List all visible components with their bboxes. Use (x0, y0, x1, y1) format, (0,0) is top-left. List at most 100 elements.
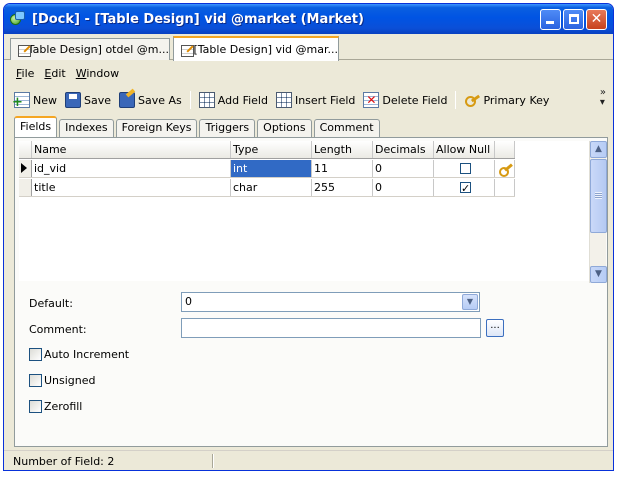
cell-type[interactable]: char (231, 179, 312, 196)
cell-decimals[interactable]: 0 (373, 179, 434, 196)
field-properties: Default: 0 ▼ Comment: ... Auto Increment… (15, 285, 607, 447)
row-indicator (19, 179, 32, 196)
auto-increment-checkbox[interactable] (29, 348, 42, 361)
close-button[interactable]: ✕ (586, 9, 607, 30)
add-field-icon (198, 92, 215, 108)
menu-window[interactable]: Window (76, 67, 119, 80)
status-bar: Number of Field: 2 (4, 450, 613, 470)
default-dropdown[interactable]: 0 ▼ (181, 292, 480, 312)
cell-allow-null[interactable] (434, 160, 495, 177)
grid-scrollbar[interactable]: ▲ ▼ (589, 141, 607, 283)
fields-panel: Name Type Length Decimals Allow Null id_… (14, 137, 608, 447)
scroll-up-button[interactable]: ▲ (590, 141, 607, 158)
new-button[interactable]: New (10, 89, 61, 111)
auto-increment-option[interactable]: Auto Increment (29, 348, 129, 361)
toolbar-separator (189, 91, 191, 109)
doc-tab-vid[interactable]: [Table Design] vid @mar... (173, 36, 339, 61)
save-as-icon (119, 92, 136, 108)
cell-type[interactable]: int (231, 160, 312, 177)
chevron-down-icon: ▼ (595, 269, 602, 279)
default-label: Default: (29, 297, 73, 310)
window-title: [Dock] - [Table Design] vid @market (Mar… (32, 11, 364, 27)
allow-null-checkbox[interactable] (460, 180, 471, 196)
doc-tab-label: [Table Design] otdel @m... (23, 43, 169, 56)
column-header-name[interactable]: Name (32, 141, 231, 158)
save-as-button[interactable]: Save As (115, 89, 186, 111)
chevron-up-icon: ▲ (595, 144, 602, 154)
save-button[interactable]: Save (61, 89, 115, 111)
scroll-thumb[interactable] (590, 159, 607, 233)
row-indicator-header (19, 141, 32, 158)
cell-length[interactable]: 255 (312, 179, 373, 196)
auto-increment-label: Auto Increment (44, 348, 130, 361)
scroll-down-button[interactable]: ▼ (590, 266, 607, 283)
fields-grid: Name Type Length Decimals Allow Null id_… (19, 141, 589, 281)
column-header-type[interactable]: Type (231, 141, 312, 158)
tab-comment[interactable]: Comment (313, 119, 380, 137)
column-header-decimals[interactable]: Decimals (373, 141, 434, 158)
minimize-icon (546, 21, 554, 24)
save-icon (65, 92, 81, 108)
default-value: 0 (185, 295, 192, 308)
column-header-length[interactable]: Length (312, 141, 373, 158)
field-count: Number of Field: 2 (13, 455, 115, 468)
table-design-icon (180, 43, 195, 57)
unsigned-label: Unsigned (44, 374, 96, 387)
cell-decimals[interactable]: 0 (373, 160, 434, 177)
toolbar: New Save Save As Add Field Insert Field … (10, 88, 608, 112)
menu-file[interactable]: File (16, 67, 34, 80)
toolbar-overflow-button[interactable]: » ▾ (600, 88, 606, 108)
comment-browse-button[interactable]: ... (486, 319, 504, 337)
grip-icon (595, 192, 602, 199)
document-tabs: [Table Design] otdel @m... [Table Design… (4, 34, 613, 61)
column-header-allow-null[interactable]: Allow Null (434, 141, 495, 158)
cell-allow-null[interactable] (434, 179, 495, 196)
close-icon: ✕ (590, 11, 603, 27)
tab-foreign-keys[interactable]: Foreign Keys (115, 119, 198, 137)
toolbar-separator (455, 91, 457, 109)
key-icon (464, 92, 480, 108)
primary-key-icon (498, 162, 514, 177)
dropdown-button[interactable]: ▼ (462, 294, 478, 310)
zerofill-checkbox[interactable] (29, 400, 42, 413)
doc-tab-otdel[interactable]: [Table Design] otdel @m... (10, 38, 170, 60)
delete-field-button[interactable]: Delete Field (359, 89, 451, 111)
table-row[interactable]: title char 255 0 (19, 179, 515, 197)
cell-name[interactable]: title (32, 179, 231, 196)
status-separator (212, 454, 214, 468)
design-tabs: Fields Indexes Foreign Keys Triggers Opt… (14, 116, 382, 137)
primary-key-button[interactable]: Primary Key (460, 89, 553, 111)
tab-indexes[interactable]: Indexes (59, 119, 114, 137)
delete-field-icon (363, 92, 380, 108)
comment-label: Comment: (29, 323, 87, 336)
app-icon (10, 11, 26, 27)
allow-null-checkbox[interactable] (460, 163, 471, 174)
tab-options[interactable]: Options (257, 119, 312, 137)
add-field-button[interactable]: Add Field (195, 89, 272, 111)
doc-tab-label: [Table Design] vid @mar... (193, 43, 338, 56)
minimize-button[interactable] (540, 9, 561, 30)
maximize-button[interactable] (563, 9, 584, 30)
cell-name[interactable]: id_vid (32, 160, 231, 177)
new-table-icon (12, 92, 30, 108)
unsigned-checkbox[interactable] (29, 374, 42, 387)
zerofill-option[interactable]: Zerofill (29, 400, 82, 413)
cell-length[interactable]: 11 (312, 160, 373, 177)
app-window: [Dock] - [Table Design] vid @market (Mar… (3, 3, 614, 471)
column-header-key (495, 141, 515, 158)
current-row-arrow-icon (21, 163, 27, 173)
tab-fields[interactable]: Fields (14, 116, 58, 137)
table-design-icon (17, 43, 35, 57)
grid-header: Name Type Length Decimals Allow Null (19, 141, 515, 159)
cell-key (495, 179, 515, 196)
unsigned-option[interactable]: Unsigned (29, 374, 96, 387)
maximize-icon (569, 14, 579, 24)
row-indicator (19, 160, 32, 177)
comment-input[interactable] (181, 318, 481, 338)
title-bar[interactable]: [Dock] - [Table Design] vid @market (Mar… (4, 4, 613, 34)
table-row[interactable]: id_vid int 11 0 (19, 160, 515, 178)
menu-bar: File Edit Window (4, 63, 613, 83)
insert-field-button[interactable]: Insert Field (272, 89, 359, 111)
tab-triggers[interactable]: Triggers (199, 119, 256, 137)
menu-edit[interactable]: Edit (44, 67, 65, 80)
